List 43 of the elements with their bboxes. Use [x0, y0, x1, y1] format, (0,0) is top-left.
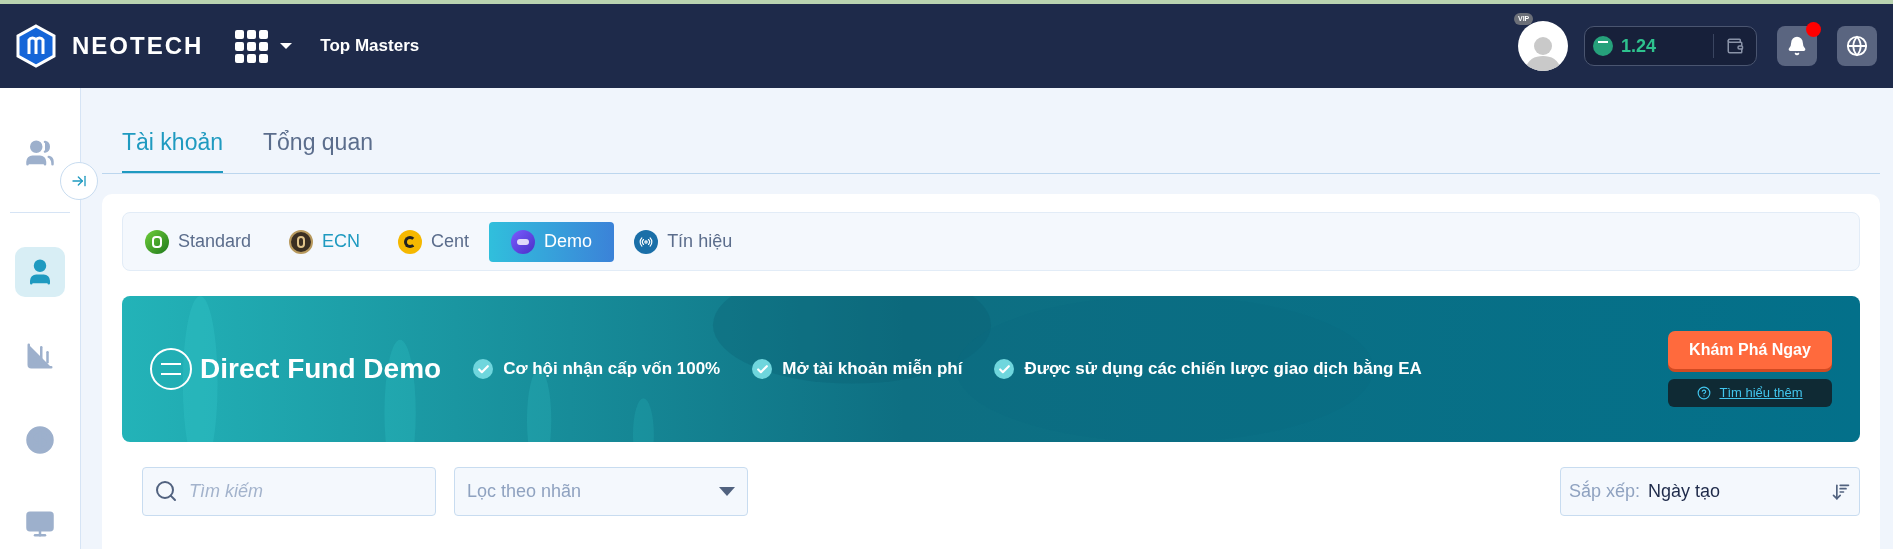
language-button[interactable] [1837, 26, 1877, 66]
account-type-tab[interactable]: Cent [398, 221, 470, 262]
avatar[interactable] [1518, 21, 1568, 71]
balance-amount: 1.24 [1621, 34, 1657, 58]
feature-text: Mở tài khoản miễn phí [782, 358, 963, 381]
brand-name: NEOTECH [72, 31, 204, 61]
tether-icon [1593, 36, 1613, 56]
feature-text: Cơ hội nhận cấp vốn 100% [503, 358, 721, 381]
coin-icon [145, 229, 169, 254]
users-icon [25, 138, 55, 168]
sort-label: Sắp xếp: [1569, 479, 1641, 503]
demo-direct-icon [150, 348, 192, 390]
demo-badge-icon [511, 229, 536, 254]
globe-icon [1846, 35, 1868, 57]
collapse-icon [71, 173, 87, 189]
account-type-tab[interactable]: Standard [145, 221, 252, 262]
banner-title: Direct Fund Demo [200, 352, 442, 386]
hexagon-logo-icon [16, 24, 56, 68]
account-type-tab[interactable]: ECN [289, 221, 361, 262]
chart-icon [25, 341, 55, 371]
explore-now-button[interactable]: Khám Phá Ngay [1668, 331, 1832, 369]
account-type-tab[interactable]: Tín hiệu [634, 221, 733, 262]
bell-icon [1787, 36, 1807, 56]
coin-icon [289, 229, 314, 254]
learn-more-link[interactable]: Tìm hiểu thêm [1668, 379, 1832, 407]
feature-text: Được sử dụng các chiến lược giao dịch bằng EA [1024, 358, 1422, 381]
search-field[interactable]: Tìm kiếm [142, 467, 436, 516]
wallet-icon[interactable] [1726, 37, 1744, 55]
page-tab[interactable]: Tổng quan [263, 124, 373, 173]
monitor-icon [25, 509, 55, 539]
account-type-tab[interactable]: Demo [489, 221, 615, 262]
label-filter-dropdown[interactable]: Lọc theo nhãn [454, 467, 748, 516]
search-icon [154, 479, 178, 503]
page-tab[interactable]: Tài khoản [122, 124, 223, 173]
cent-coin-icon [398, 229, 423, 254]
top-masters-link[interactable]: Top Masters [320, 33, 420, 59]
sidebar-item[interactable] [15, 247, 65, 297]
caret-icon [719, 487, 735, 496]
sort-dropdown[interactable]: Sắp xếp: Ngày tạo [1560, 467, 1860, 516]
apps-menu-button[interactable] [235, 29, 293, 63]
help-icon [1697, 386, 1712, 400]
sort-value: Ngày tạo [1648, 480, 1721, 503]
signal-icon [634, 229, 659, 254]
